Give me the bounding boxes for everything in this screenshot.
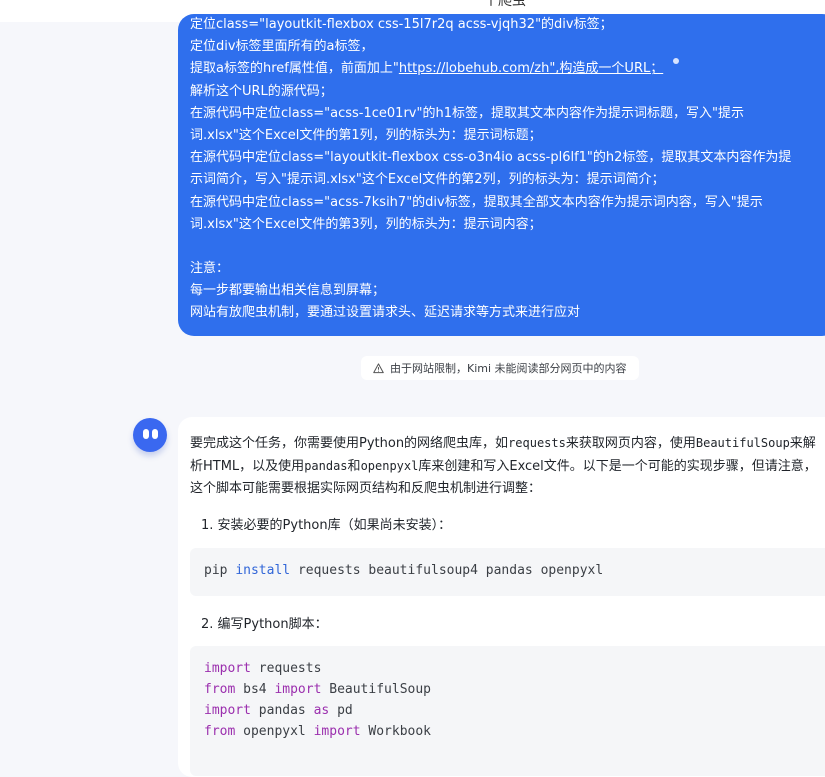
user-line: 在源代码中定位class="acss-7ksih7"的div标签，提取其全部文本… bbox=[190, 194, 763, 210]
user-line: 示词简介，写入"提示词.xlsx"这个Excel文件的第2列，列的标头为：提示词… bbox=[190, 172, 665, 188]
code-token-command: install bbox=[235, 563, 291, 578]
user-message-text: 定位class="layoutkit-flexbox css-15l7r2q a… bbox=[190, 14, 825, 325]
link-url: https://lobehub.com/zh bbox=[398, 61, 550, 77]
user-line: 词.xlsx"这个Excel文件的第3列，列的标头为：提示词内容； bbox=[190, 216, 542, 232]
code-token: bs4 bbox=[235, 682, 275, 697]
code-keyword: from bbox=[204, 724, 236, 739]
user-line: 每一步都要输出相关信息到屏幕； bbox=[190, 283, 386, 299]
user-line-href: 提取a标签的href属性值，前面加上"https://lobehub.com/z… bbox=[190, 58, 825, 80]
code-line: import requests bbox=[204, 661, 321, 676]
code-keyword: as bbox=[313, 703, 330, 718]
user-line: 网站有放爬虫机制，要通过设置请求头、延迟请求等方式来进行应对 bbox=[190, 305, 581, 321]
lobehub-link[interactable]: https://lobehub.com/zh",构造成一个URL； bbox=[399, 61, 663, 76]
code-token: openpyxl bbox=[235, 724, 314, 739]
inline-code: pandas bbox=[304, 459, 348, 473]
code-keyword: import bbox=[313, 724, 361, 739]
kimi-avatar bbox=[133, 418, 167, 452]
install-code-block[interactable]: pip install requests beautifulsoup4 pand… bbox=[190, 548, 825, 596]
code-keyword: import bbox=[274, 682, 322, 697]
site-restriction-notice: 由于网站限制，Kimi 未能阅读部分网页中的内容 bbox=[361, 356, 639, 380]
code-token: pip bbox=[204, 563, 228, 578]
avatar-eye-icon bbox=[143, 429, 149, 439]
assistant-intro-paragraph: 要完成这个任务，你需要使用Python的网络爬虫库，如requests来获取网页… bbox=[190, 432, 820, 500]
code-token: requests bbox=[250, 661, 322, 676]
code-keyword: from bbox=[204, 682, 236, 697]
code-line: from bs4 import BeautifulSoup bbox=[204, 682, 431, 697]
intro-text: 来获取网页内容，使用 bbox=[565, 436, 696, 451]
code-line: pip install requests beautifulsoup4 pand… bbox=[204, 563, 603, 578]
conversation-title: 一个爬虫 bbox=[470, 0, 526, 9]
user-line: 定位div标签里面所有的a标签， bbox=[190, 39, 374, 55]
link-tail: ",构造成一个URL； bbox=[549, 61, 664, 77]
code-keyword: import bbox=[204, 661, 251, 676]
inline-code: openpyxl bbox=[360, 459, 419, 473]
user-line: 在源代码中定位class="layoutkit-flexbox css-o3n4… bbox=[190, 150, 792, 166]
code-token: BeautifulSoup bbox=[321, 682, 431, 697]
notice-text: 由于网站限制，Kimi 未能阅读部分网页中的内容 bbox=[390, 362, 627, 375]
user-line: 在源代码中定位class="acss-1ce01rv"的h1标签，提取其文本内容… bbox=[190, 105, 744, 121]
code-token: pd bbox=[329, 703, 353, 718]
user-line: 词.xlsx"这个Excel文件的第1列，列的标头为：提示词标题； bbox=[190, 127, 542, 143]
intro-text: 和 bbox=[347, 459, 361, 474]
user-line-part: 提取a标签的href属性值，前面加上" bbox=[190, 61, 399, 77]
step-one: 1. 安装必要的Python库（如果尚未安装）： bbox=[201, 518, 452, 533]
inline-code: requests bbox=[508, 436, 566, 450]
user-line: 定位class="layoutkit-flexbox css-15l7r2q a… bbox=[190, 17, 613, 32]
avatar-eye-icon bbox=[152, 429, 158, 439]
code-line: from openpyxl import Workbook bbox=[204, 724, 431, 739]
user-line: 注意： bbox=[190, 261, 230, 277]
cursor-dot-icon bbox=[673, 58, 680, 65]
code-keyword: import bbox=[204, 703, 251, 718]
code-token: requests beautifulsoup4 pandas openpyxl bbox=[297, 563, 604, 578]
user-line: 解析这个URL的源代码； bbox=[190, 83, 333, 99]
inline-code: BeautifulSoup bbox=[695, 436, 790, 450]
step-two: 2. 编写Python脚本： bbox=[201, 617, 328, 632]
intro-text: 要完成这个任务，你需要使用Python的网络爬虫库，如 bbox=[190, 436, 509, 451]
code-line: import pandas as pd bbox=[204, 703, 353, 718]
python-code-block[interactable]: import requests from bs4 import Beautifu… bbox=[190, 646, 825, 776]
code-token: pandas bbox=[250, 703, 314, 718]
user-line-blank bbox=[190, 236, 825, 258]
code-token: Workbook bbox=[360, 724, 432, 739]
warning-triangle-icon bbox=[373, 362, 384, 373]
